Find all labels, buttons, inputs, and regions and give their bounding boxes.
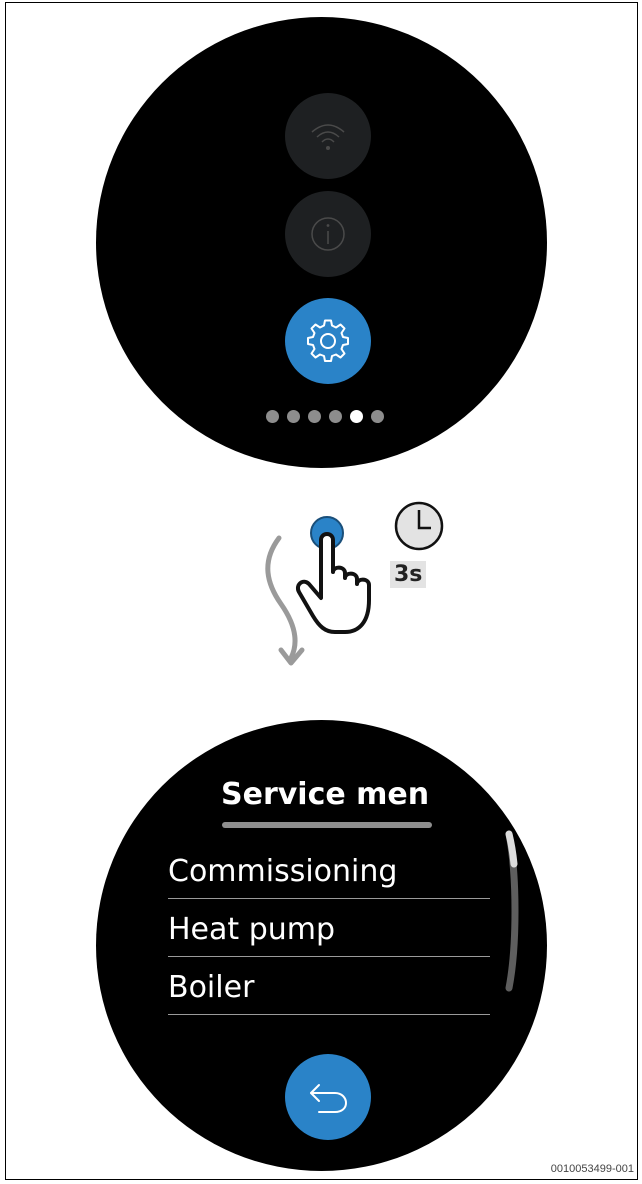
wifi-icon (311, 124, 345, 150)
hold-duration-label: 3s (390, 561, 427, 588)
top-thermostat-screen (96, 17, 547, 468)
page-dot (266, 410, 279, 423)
page-dot (329, 410, 342, 423)
gesture-illustration (265, 501, 444, 666)
wifi-button[interactable] (285, 93, 371, 179)
figure-id-caption: 0010053499-001 (550, 1163, 634, 1175)
menu-divider (168, 898, 490, 899)
page-dot-active (350, 410, 363, 423)
service-menu-screen: Service menu Commissioning Heat pump Boi… (96, 720, 547, 1171)
menu-item-boiler[interactable]: Boiler (168, 964, 490, 1012)
page-dot (371, 410, 384, 423)
gear-icon (307, 319, 349, 362)
back-icon (310, 1084, 348, 1113)
menu-item-heat-pump[interactable]: Heat pump (168, 906, 490, 954)
settings-button[interactable] (285, 298, 371, 384)
title-underline (222, 822, 432, 828)
page-dot (287, 410, 300, 423)
service-menu-title: Service menu (221, 777, 431, 812)
hand-pointer-icon (296, 532, 371, 634)
swipe-arrow-icon (265, 535, 298, 661)
menu-divider (168, 1014, 490, 1015)
info-icon (311, 217, 345, 251)
page-indicator (266, 410, 384, 423)
menu-item-commissioning[interactable]: Commissioning (168, 848, 490, 896)
back-button[interactable] (285, 1054, 371, 1140)
info-button[interactable] (285, 191, 371, 277)
menu-divider (168, 956, 490, 957)
scrollbar[interactable] (501, 826, 525, 996)
page-dot (308, 410, 321, 423)
